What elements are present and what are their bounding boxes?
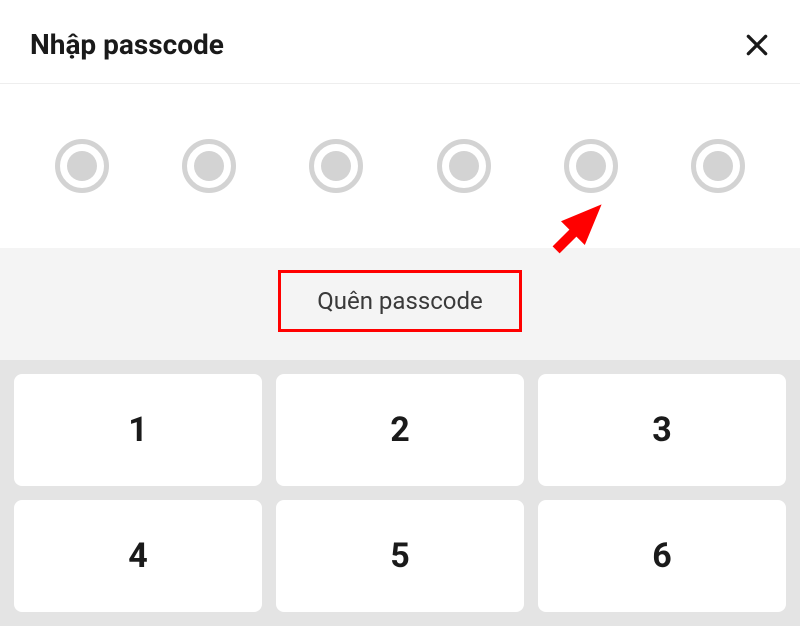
header: Nhập passcode — [0, 0, 800, 84]
passcode-dot — [437, 139, 491, 193]
keypad-key-2[interactable]: 2 — [276, 374, 524, 486]
keypad-key-5[interactable]: 5 — [276, 500, 524, 612]
passcode-dot — [55, 139, 109, 193]
close-icon[interactable] — [744, 32, 770, 58]
passcode-dot — [309, 139, 363, 193]
keypad-key-3[interactable]: 3 — [538, 374, 786, 486]
keypad-key-1[interactable]: 1 — [14, 374, 262, 486]
forgot-section: Quên passcode — [0, 248, 800, 360]
passcode-dot — [182, 139, 236, 193]
passcode-dots — [0, 84, 800, 248]
page-title: Nhập passcode — [30, 28, 224, 61]
passcode-dot — [564, 139, 618, 193]
passcode-dot — [691, 139, 745, 193]
keypad-key-6[interactable]: 6 — [538, 500, 786, 612]
keypad-key-4[interactable]: 4 — [14, 500, 262, 612]
keypad: 1 2 3 4 5 6 — [0, 360, 800, 626]
forgot-passcode-button[interactable]: Quên passcode — [278, 270, 522, 332]
